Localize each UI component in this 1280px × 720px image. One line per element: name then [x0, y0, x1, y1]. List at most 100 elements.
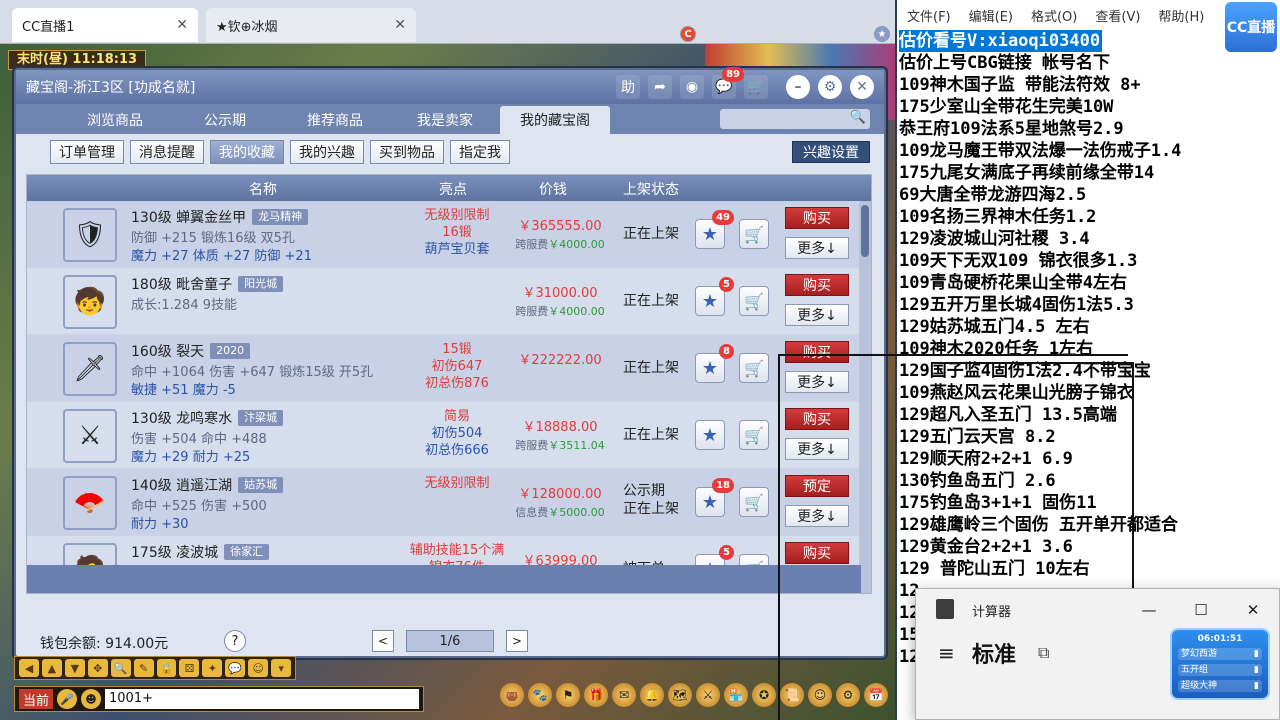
friend-icon[interactable]: ☺ — [808, 683, 832, 707]
subtab-designated[interactable]: 指定我 — [450, 140, 510, 164]
table-row[interactable]: 🗡 160级 裂天 2020 命中 +1064 伤害 +647 锻炼15级 开5孔… — [27, 335, 859, 401]
hamburger-menu-icon[interactable]: ≡ — [938, 641, 955, 665]
buy-button[interactable]: 购买 — [785, 274, 849, 296]
minimize-icon[interactable]: — — [1134, 597, 1164, 623]
subtab-messages[interactable]: 消息提醒 — [130, 140, 204, 164]
mail-icon[interactable]: ✉ — [612, 683, 636, 707]
dice-icon[interactable]: ⚄ — [179, 659, 200, 677]
interest-settings-button[interactable]: 兴趣设置 — [792, 141, 870, 163]
search-icon[interactable]: 🔍 — [850, 110, 866, 125]
message-icon[interactable]: 💬 89 — [712, 67, 744, 99]
lock-icon[interactable]: 🔒 — [156, 659, 177, 677]
prev-page-button[interactable]: < — [372, 630, 394, 652]
table-row[interactable]: 🧒 180级 毗舍童子 阳光城 成长:1.284 9技能 ￥31000.00 跨服费… — [27, 268, 859, 334]
tab-seller[interactable]: 我是卖家 — [390, 106, 500, 134]
team-icon[interactable]: ⚑ — [556, 683, 580, 707]
notepad-text-area[interactable]: 估价看号V:xiaoqi03400 估价上号CBG链接 帐号名下 109神木国子监 … — [899, 30, 1280, 668]
close-icon[interactable]: ✕ — [1238, 597, 1268, 623]
add-to-cart-button[interactable]: 🛒 — [739, 487, 769, 517]
close-icon[interactable]: ✕ — [850, 75, 874, 99]
map-icon[interactable]: 🗺 — [668, 683, 692, 707]
help-icon[interactable]: 助 — [616, 75, 640, 99]
browser-tab-game[interactable]: ★ ★钦⊕冰烟 ✕ — [206, 8, 890, 42]
more-button[interactable]: 更多↓ — [785, 505, 849, 527]
add-to-cart-button[interactable]: 🛒 — [739, 353, 769, 383]
menu-format[interactable]: 格式(O) — [1031, 6, 1077, 25]
favorite-button[interactable]: ★ 8 — [695, 344, 734, 383]
chat-input[interactable]: 1001+ — [105, 689, 419, 709]
microphone-icon[interactable]: 🎤 — [57, 689, 78, 709]
gear-icon[interactable]: ⚙ — [818, 75, 842, 99]
arrow-up-icon[interactable]: ▲ — [41, 659, 62, 677]
star-icon[interactable]: ✦ — [202, 659, 223, 677]
list-scrollbar[interactable] — [859, 201, 871, 593]
menu-help[interactable]: 帮助(H) — [1158, 6, 1204, 25]
more-button[interactable]: 更多↓ — [785, 237, 849, 259]
close-icon[interactable]: ✕ — [176, 17, 188, 33]
arrow-left-icon[interactable]: ◀ — [19, 659, 39, 677]
table-row[interactable]: 🪭 140级 逍遥江湖 姑苏城 命中 +525 伤害 +500 耐力 +30 无级… — [27, 469, 859, 535]
browser-tab-cc[interactable]: C CC直播1 ✕ — [12, 8, 696, 42]
gift-icon[interactable]: 🎁 — [584, 683, 608, 707]
add-to-cart-button[interactable]: 🛒 — [739, 286, 769, 316]
weapon-icon[interactable]: 🗡 — [63, 342, 117, 396]
subtab-interests[interactable]: 我的兴趣 — [290, 140, 364, 164]
next-page-button[interactable]: > — [506, 630, 528, 652]
subtab-orders[interactable]: 订单管理 — [50, 140, 124, 164]
buy-button[interactable]: 购买 — [785, 341, 849, 363]
favorite-button[interactable]: ★5 — [695, 277, 734, 316]
table-row[interactable]: 🛡 130级 蝉翼金丝甲 龙马精神 防御 +215 锻炼16级 双5孔 魔力 +2… — [27, 201, 859, 267]
tab-publicity[interactable]: 公示期 — [170, 106, 280, 134]
bag-icon[interactable]: 👜 — [500, 683, 524, 707]
more-button[interactable]: 更多↓ — [785, 371, 849, 393]
favorite-button[interactable]: ★ 18 — [695, 478, 734, 517]
cart-icon[interactable]: 🛒 — [744, 75, 768, 99]
skill-icon[interactable]: ✪ — [752, 683, 776, 707]
search-input[interactable]: 🔍 — [720, 109, 870, 129]
close-icon[interactable]: ✕ — [394, 17, 406, 33]
buy-button[interactable]: 购买 — [785, 542, 849, 564]
armor-icon[interactable]: 🛡 — [63, 208, 117, 262]
fan-icon[interactable]: 🪭 — [63, 476, 117, 530]
sword-icon[interactable]: ⚔ — [63, 409, 117, 463]
favorite-button[interactable]: ★ 49 — [695, 210, 734, 249]
add-to-cart-button[interactable]: 🛒 — [739, 219, 769, 249]
table-row[interactable]: ⚔ 130级 龙鸣寒水 汴梁城 伤害 +504 命中 +488 魔力 +29 耐力… — [27, 402, 859, 468]
buy-button[interactable]: 购买 — [785, 408, 849, 430]
more-button[interactable]: 更多↓ — [785, 304, 849, 326]
chat-channel-button[interactable]: 当前 — [19, 689, 54, 709]
menu-file[interactable]: 文件(F) — [907, 6, 951, 25]
tab-browse[interactable]: 浏览商品 — [60, 106, 170, 134]
guild-icon[interactable]: ⚔ — [696, 683, 720, 707]
shop-icon[interactable]: 🏪 — [724, 683, 748, 707]
menu-view[interactable]: 查看(V) — [1095, 6, 1140, 25]
maximize-icon[interactable]: ☐ — [1186, 597, 1216, 623]
scrollbar-thumb[interactable] — [861, 205, 869, 257]
dropdown-icon[interactable]: ▾ — [271, 659, 292, 677]
note-icon[interactable]: ✎ — [133, 659, 154, 677]
subtab-purchased[interactable]: 买到物品 — [370, 140, 444, 164]
tab-recommended[interactable]: 推荐商品 — [280, 106, 390, 134]
keep-on-top-icon[interactable]: ⧉ — [1038, 643, 1049, 663]
add-to-cart-button[interactable]: 🛒 — [739, 420, 769, 450]
magnifier-icon[interactable]: 🔍 — [110, 659, 131, 677]
face-icon[interactable]: ☺ — [248, 659, 269, 677]
emoji-icon[interactable]: ☻ — [81, 689, 102, 709]
pet-icon[interactable]: 🐾 — [528, 683, 552, 707]
more-button[interactable]: 更多↓ — [785, 438, 849, 460]
mission-icon[interactable]: 📜 — [780, 683, 804, 707]
calendar-icon[interactable]: 📅 — [864, 683, 888, 707]
system-icon[interactable]: ⚙ — [836, 683, 860, 707]
menu-edit[interactable]: 编辑(E) — [969, 6, 1013, 25]
arrow-down-icon[interactable]: ▼ — [64, 659, 85, 677]
share-icon[interactable]: ➦ — [648, 75, 672, 99]
favorite-button[interactable]: ★ — [695, 420, 725, 450]
buy-button[interactable]: 购买 — [785, 207, 849, 229]
minimize-icon[interactable]: – — [786, 75, 810, 99]
chat-bubble-icon[interactable]: 💬 — [225, 659, 246, 677]
tab-my-pavilion[interactable]: 我的藏宝阁 — [500, 106, 610, 134]
help-button[interactable]: ? — [224, 630, 246, 652]
buy-button[interactable]: 预定 — [785, 475, 849, 497]
character-icon[interactable]: 🧒 — [63, 275, 117, 329]
record-icon[interactable]: ◉ — [680, 75, 704, 99]
